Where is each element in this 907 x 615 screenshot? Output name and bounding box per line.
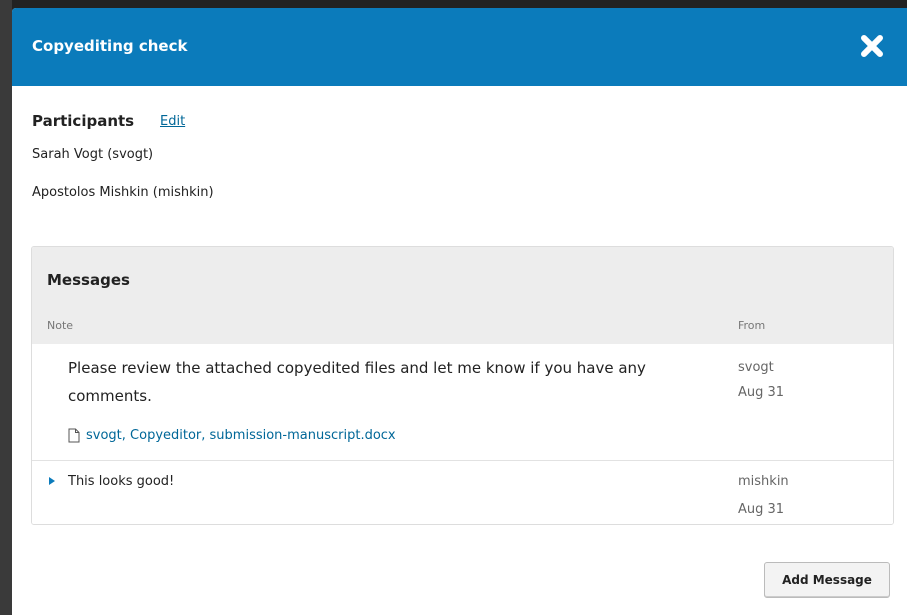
- expand-arrow-icon[interactable]: [47, 476, 57, 486]
- participant-item: Sarah Vogt (svogt): [32, 147, 154, 162]
- messages-panel: Messages Note From Please review the att…: [31, 246, 894, 525]
- participants-heading: Participants: [32, 112, 135, 130]
- message-row[interactable]: This looks good! mishkin Aug 31: [32, 461, 893, 524]
- close-button[interactable]: [858, 32, 886, 60]
- attachment-label: svogt, Copyeditor, submission-manuscript…: [86, 428, 396, 443]
- message-from-user: mishkin: [738, 474, 789, 489]
- copyediting-modal: Copyediting check Participants Edit Sara…: [12, 8, 907, 615]
- participant-item: Apostolos Mishkin (mishkin): [32, 185, 214, 200]
- message-from-user: svogt: [738, 360, 774, 375]
- column-header-from: From: [738, 319, 766, 332]
- edit-participants-link[interactable]: Edit: [160, 114, 185, 129]
- messages-header: Messages Note From: [32, 247, 893, 344]
- message-note: Please review the attached copyedited fi…: [68, 359, 646, 405]
- modal-title: Copyediting check: [32, 37, 188, 55]
- background-page-edge: [0, 0, 12, 615]
- message-from-date: Aug 31: [738, 502, 785, 517]
- modal-header: Copyediting check: [12, 8, 907, 86]
- message-row: Please review the attached copyedited fi…: [32, 344, 893, 461]
- add-message-button[interactable]: Add Message: [764, 562, 890, 598]
- messages-title: Messages: [47, 271, 130, 289]
- column-header-note: Note: [47, 319, 74, 332]
- message-from-date: Aug 31: [738, 385, 785, 400]
- attachment-link[interactable]: svogt, Copyeditor, submission-manuscript…: [68, 428, 396, 443]
- file-icon: [68, 428, 80, 443]
- close-icon: [861, 35, 883, 57]
- message-note: This looks good!: [68, 474, 175, 489]
